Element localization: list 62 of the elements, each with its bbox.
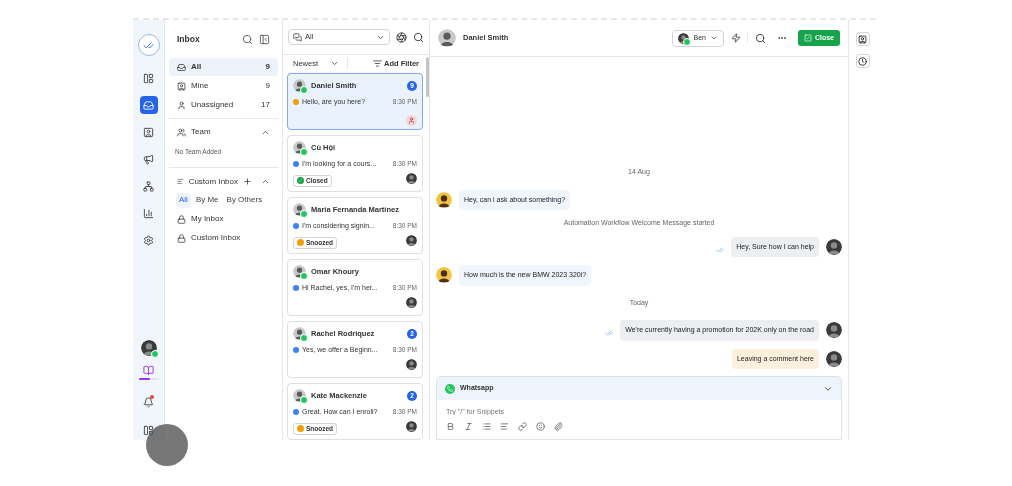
bolt-icon[interactable] bbox=[730, 33, 748, 43]
inbox-icon[interactable] bbox=[139, 96, 158, 114]
filter-tab[interactable]: All bbox=[176, 192, 191, 208]
chat-icon bbox=[293, 32, 302, 42]
avatar bbox=[438, 29, 456, 47]
avatar bbox=[826, 322, 842, 339]
book-icon[interactable] bbox=[143, 365, 154, 376]
emoji-icon[interactable] bbox=[536, 422, 545, 431]
read-receipt-icon bbox=[605, 329, 614, 338]
snooze-icon bbox=[297, 425, 304, 432]
avatar bbox=[406, 359, 417, 370]
align-icon[interactable] bbox=[500, 422, 509, 431]
user-card-icon bbox=[177, 81, 186, 91]
inbox-icon bbox=[177, 62, 186, 72]
avatar bbox=[826, 238, 842, 255]
add-icon[interactable] bbox=[243, 177, 252, 187]
chevron-down-icon bbox=[709, 34, 718, 42]
bold-icon[interactable] bbox=[446, 422, 455, 431]
avatar bbox=[406, 421, 417, 432]
clock-icon[interactable] bbox=[855, 54, 870, 68]
chevron-down-icon bbox=[330, 59, 339, 68]
list-icon[interactable] bbox=[482, 422, 491, 431]
inbox-item[interactable]: All 9 bbox=[169, 58, 278, 76]
attach-icon[interactable] bbox=[554, 422, 563, 431]
list-icon bbox=[177, 177, 184, 187]
check-square-icon bbox=[803, 34, 812, 42]
inbox-item[interactable]: Mine 9 bbox=[169, 77, 278, 95]
floating-button[interactable] bbox=[146, 424, 188, 466]
avatar bbox=[436, 191, 452, 208]
scrollbar bbox=[426, 57, 429, 97]
inbox-item[interactable]: Unassigned 17 bbox=[169, 96, 278, 114]
read-receipt-icon bbox=[716, 245, 725, 254]
search-icon[interactable] bbox=[242, 33, 253, 45]
filter-tab[interactable]: By Me bbox=[192, 192, 222, 208]
snooze-icon bbox=[297, 239, 304, 246]
inbox-icon bbox=[177, 214, 186, 224]
filter-icon bbox=[373, 59, 382, 68]
team-icon bbox=[177, 127, 186, 137]
search-icon[interactable] bbox=[754, 32, 766, 44]
filter-tab[interactable]: By Others bbox=[223, 192, 266, 208]
avatar bbox=[406, 297, 417, 308]
link-icon[interactable] bbox=[518, 422, 527, 431]
contact-icon[interactable] bbox=[855, 32, 870, 46]
collapse-icon[interactable] bbox=[259, 33, 270, 45]
italic-icon[interactable] bbox=[464, 422, 473, 431]
section-label: Custom Inbox bbox=[188, 175, 238, 188]
avatar bbox=[826, 350, 842, 367]
search-icon[interactable] bbox=[413, 31, 424, 43]
unassigned-icon bbox=[406, 115, 417, 126]
custom-inbox-item[interactable]: Custom Inbox bbox=[191, 232, 241, 245]
inbox-icon bbox=[177, 233, 186, 243]
custom-inbox-item[interactable]: My Inbox bbox=[191, 213, 224, 226]
channel-icon[interactable] bbox=[396, 31, 407, 43]
avatar bbox=[406, 173, 417, 184]
section-label: Team bbox=[191, 126, 212, 138]
panel-title: Inbox bbox=[177, 32, 201, 46]
check-icon bbox=[297, 177, 304, 184]
avatar bbox=[436, 267, 452, 284]
bell-icon[interactable] bbox=[143, 397, 154, 408]
user-icon bbox=[177, 100, 186, 110]
avatar bbox=[406, 235, 417, 246]
whatsapp-icon bbox=[445, 383, 455, 394]
